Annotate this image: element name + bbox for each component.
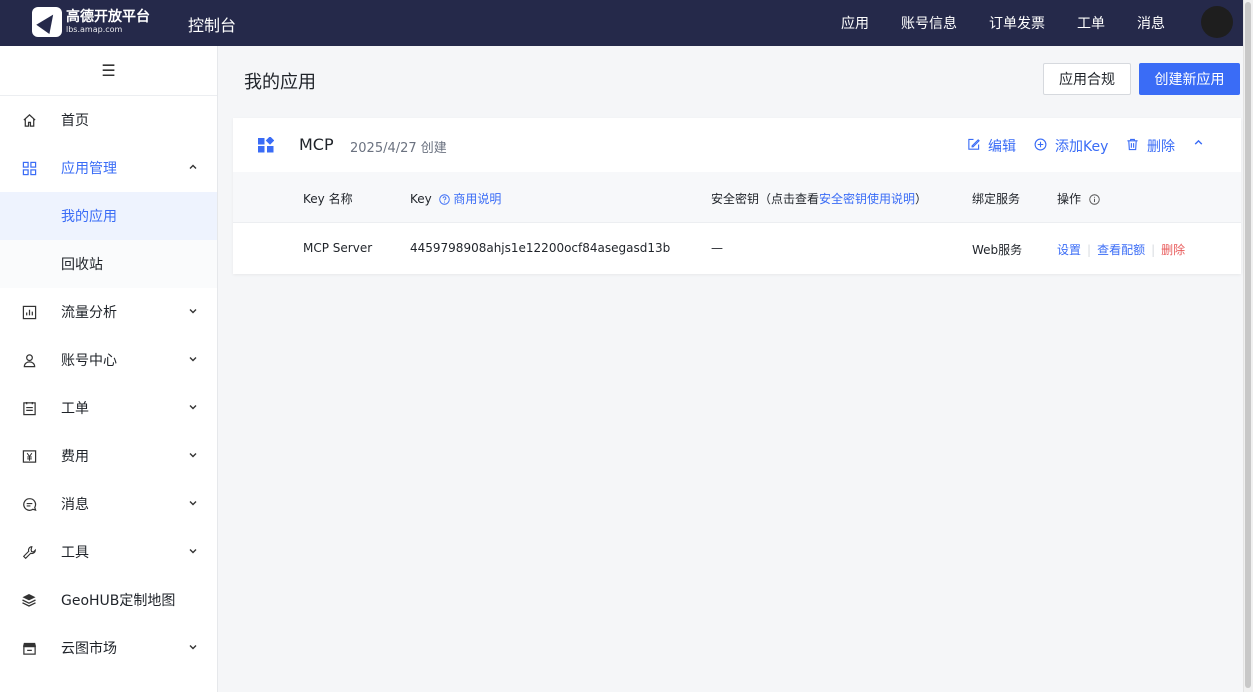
page-title: 我的应用 [244, 72, 316, 93]
nav-orders-invoices[interactable]: 订单发票 [989, 13, 1045, 33]
layers-icon [20, 591, 38, 609]
header-key: Key 商用说明 [410, 192, 502, 208]
user-icon [20, 351, 38, 369]
cell-bound-service: Web服务 [972, 243, 1023, 257]
cell-secret: — [711, 241, 723, 255]
nav-tickets[interactable]: 工单 [1077, 13, 1105, 33]
header-operations: 操作 [1057, 190, 1100, 208]
nav-account-info[interactable]: 账号信息 [901, 13, 957, 33]
collapse-card-icon[interactable] [1193, 137, 1204, 148]
sidebar-item-label: 流量分析 [61, 305, 117, 321]
sidebar-item-account-center[interactable]: 账号中心 [0, 336, 217, 384]
cell-key-value: 4459798908ahjs1e12200ocf84asegasd13b [410, 241, 671, 255]
sidebar-item-label: 云图市场 [61, 641, 117, 657]
app-icon [258, 136, 275, 153]
chevron-down-icon [188, 546, 198, 559]
sidebar-item-label: 回收站 [61, 257, 103, 273]
app-name: MCP [299, 135, 334, 154]
add-key-button[interactable]: 添加Key [1034, 136, 1108, 156]
sidebar: ☰ 首页 应用管理 我的应用 回收站 流量分析 账号中心 工单 费用 消息 工具… [0, 46, 218, 692]
commercial-terms-link[interactable]: 商用说明 [453, 192, 501, 206]
add-key-label: 添加Key [1055, 139, 1109, 155]
console-title[interactable]: 控制台 [188, 12, 236, 36]
chevron-down-icon [188, 642, 198, 655]
yen-icon [20, 447, 38, 465]
page-scrollbar-thumb[interactable] [1245, 2, 1251, 688]
sidebar-item-label: GeoHUB定制地图 [61, 593, 176, 609]
sidebar-item-label: 工单 [61, 401, 89, 417]
nav-apps[interactable]: 应用 [841, 13, 869, 33]
sidebar-item-label: 账号中心 [61, 353, 117, 369]
logo-mark-icon [32, 7, 62, 37]
cell-key-name: MCP Server [303, 241, 373, 255]
store-icon [20, 639, 38, 657]
app-card: MCP 2025/4/27 创建 编辑 添加Key 删除 Key 名称 Key [233, 118, 1241, 274]
top-navigation-bar: 高德开放平台 lbs.amap.com 控制台 应用 账号信息 订单发票 工单 … [0, 0, 1243, 46]
sidebar-item-app-management[interactable]: 应用管理 [0, 144, 217, 192]
secret-guide-link[interactable]: 安全密钥使用说明 [819, 192, 915, 206]
sidebar-item-label: 应用管理 [61, 161, 117, 177]
grid-icon [20, 159, 38, 177]
amap-logo[interactable]: 高德开放平台 lbs.amap.com [32, 6, 154, 38]
delete-key-link[interactable]: 删除 [1161, 243, 1185, 257]
table-row: MCP Server 4459798908ahjs1e12200ocf84ase… [233, 223, 1241, 274]
logo-domain: lbs.amap.com [66, 25, 123, 34]
chevron-down-icon [188, 450, 198, 463]
sidebar-item-traffic-analysis[interactable]: 流量分析 [0, 288, 217, 336]
edit-icon [967, 138, 980, 155]
chevron-up-icon [188, 162, 198, 175]
ticket-icon [20, 399, 38, 417]
delete-label: 删除 [1147, 139, 1175, 155]
sidebar-item-label: 消息 [61, 497, 89, 513]
sidebar-item-label: 首页 [61, 113, 89, 129]
key-settings-link[interactable]: 设置 [1057, 243, 1081, 257]
app-compliance-button[interactable]: 应用合规 [1043, 63, 1131, 95]
view-quota-link[interactable]: 查看配额 [1097, 243, 1145, 257]
header-key-name: Key 名称 [303, 192, 353, 206]
menu-collapse-icon[interactable]: ☰ [0, 46, 217, 96]
nav-messages[interactable]: 消息 [1137, 13, 1165, 33]
chevron-down-icon [188, 402, 198, 415]
edit-app-button[interactable]: 编辑 [967, 136, 1016, 156]
edit-label: 编辑 [988, 139, 1016, 155]
sidebar-item-messages[interactable]: 消息 [0, 480, 217, 528]
chevron-down-icon [188, 498, 198, 511]
header-bound-service: 绑定服务 [972, 192, 1021, 206]
sidebar-item-my-apps[interactable]: 我的应用 [0, 192, 217, 240]
header-secret: 安全密钥（点击查看安全密钥使用说明） [711, 192, 928, 206]
help-circle-icon [438, 194, 450, 208]
sidebar-item-geohub[interactable]: GeoHUB定制地图 [0, 576, 217, 624]
app-created-date: 2025/4/27 创建 [350, 141, 447, 156]
create-app-button[interactable]: 创建新应用 [1139, 63, 1240, 95]
cell-operations: 设置 | 查看配额 | 删除 [1057, 243, 1186, 257]
chevron-down-icon [188, 354, 198, 367]
delete-app-button[interactable]: 删除 [1126, 136, 1175, 156]
logo-title: 高德开放平台 [66, 9, 150, 25]
sidebar-item-recycle-bin[interactable]: 回收站 [0, 240, 217, 288]
wrench-icon [20, 543, 38, 561]
chart-icon [20, 303, 38, 321]
sidebar-item-label: 工具 [61, 545, 89, 561]
plus-circle-icon [1034, 138, 1047, 155]
message-icon [20, 495, 38, 513]
home-icon [20, 111, 38, 129]
trash-icon [1126, 138, 1139, 155]
user-avatar[interactable] [1201, 6, 1233, 38]
sidebar-item-billing[interactable]: 费用 [0, 432, 217, 480]
info-icon[interactable] [1089, 194, 1100, 208]
sidebar-item-cloud-map-market[interactable]: 云图市场 [0, 624, 217, 672]
sidebar-item-label: 费用 [61, 449, 89, 465]
app-card-header: MCP 2025/4/27 创建 编辑 添加Key 删除 [233, 118, 1241, 172]
sidebar-item-tools[interactable]: 工具 [0, 528, 217, 576]
sidebar-item-tickets[interactable]: 工单 [0, 384, 217, 432]
sidebar-item-home[interactable]: 首页 [0, 96, 217, 144]
keys-table-header: Key 名称 Key 商用说明 安全密钥（点击查看安全密钥使用说明） 绑定服务 … [233, 172, 1241, 223]
chevron-down-icon [188, 306, 198, 319]
sidebar-item-label: 我的应用 [61, 209, 117, 225]
